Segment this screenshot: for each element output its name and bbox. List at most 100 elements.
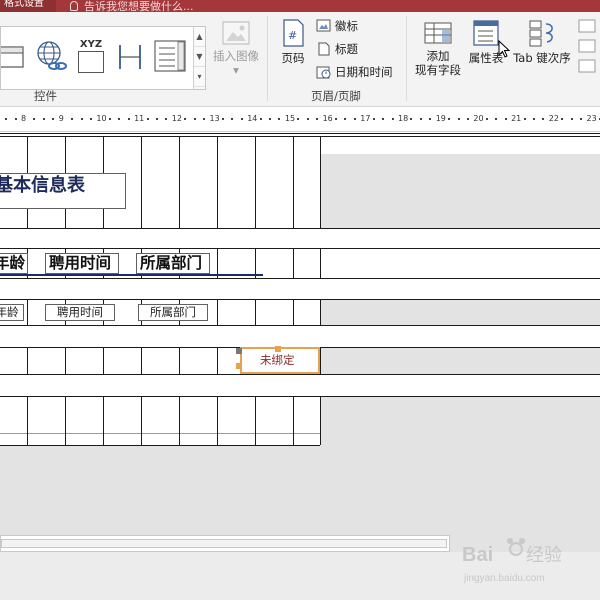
ruler-tick [382, 118, 385, 120]
detail-field-age[interactable]: 年龄 [0, 304, 24, 321]
grid-line [65, 396, 66, 445]
ruler-tick [278, 118, 281, 120]
page-number-button[interactable]: # 页码 [276, 18, 310, 65]
grid-line [293, 396, 294, 445]
gallery-scroll-down[interactable]: ▼ [194, 47, 205, 67]
date-time-icon [316, 66, 331, 79]
ruler-tick [108, 118, 111, 120]
ruler-number: 20 [473, 114, 484, 123]
more-tools-icon[interactable] [578, 18, 600, 78]
ruler-tick [165, 118, 168, 120]
frame-icon[interactable] [1, 33, 27, 79]
horizontal-scrollbar[interactable] [0, 535, 450, 552]
report-design-surface: 基本信息表 年龄 聘用时间 所属部门 年龄 聘用时间 所属部门 未绑定 [0, 133, 600, 553]
header-footer-group-label: 页眉/页脚 [311, 89, 361, 103]
move-handle[interactable] [236, 348, 242, 354]
grid-line [0, 248, 600, 249]
list-box-icon[interactable] [153, 33, 193, 79]
detail-field-hire-date[interactable]: 聘用时间 [45, 304, 115, 321]
insert-image-button[interactable]: 插入图像 ▾ [210, 20, 262, 77]
ruler-number: 9 [58, 114, 64, 123]
tab-format[interactable]: 格式设置 [0, 0, 56, 12]
resize-handle-top[interactable] [275, 346, 281, 352]
ruler-tick [184, 118, 187, 120]
ruler-tick [231, 118, 234, 120]
grid-line [320, 299, 321, 325]
ruler-tick [391, 118, 394, 120]
grid-line [103, 347, 104, 374]
header-label-hire-date[interactable]: 聘用时间 [45, 253, 119, 274]
report-title-text: 基本信息表 [0, 175, 85, 196]
title-bar: 格式设置 告诉我您想要做什么... [0, 0, 600, 13]
grid-line [320, 137, 321, 228]
header-label-department[interactable]: 所属部门 [136, 253, 210, 274]
ruler-tick [335, 118, 338, 120]
page-break-icon[interactable] [115, 33, 145, 79]
ruler-number: 16 [322, 114, 333, 123]
ruler-number: 21 [511, 114, 522, 123]
scrollbar-thumb[interactable] [1, 539, 447, 548]
title-icon [318, 42, 330, 56]
section-divider [0, 133, 600, 137]
grid-line [179, 396, 180, 445]
ruler-tick [561, 118, 564, 120]
gallery-more[interactable]: ▾ [194, 67, 205, 87]
ruler-number: 11 [134, 114, 145, 123]
gallery-scrollbar[interactable]: ▲ ▼ ▾ [193, 27, 205, 89]
grid-line [255, 299, 256, 325]
grid-line [320, 347, 321, 374]
access-report-design-window: 格式设置 告诉我您想要做什么... XYZ ▲ ▼ ▾ 插入图像 ▾ 控件 # … [0, 0, 600, 600]
insert-image-label: 插入图像 [213, 49, 259, 63]
grid-line [293, 248, 294, 278]
add-existing-fields-button[interactable]: 添加 现有字段 [412, 20, 464, 77]
controls-gallery[interactable]: XYZ ▲ ▼ ▾ [0, 26, 206, 90]
title-button[interactable]: 标题 [316, 40, 358, 58]
grid-line [0, 299, 600, 300]
ruler-tick [80, 118, 83, 120]
ruler-tick [353, 118, 356, 120]
detail-empty [320, 299, 600, 325]
baidu-jingyan-watermark: Bai 经验 jingyan.baidu.com [462, 538, 562, 584]
ruler-tick [146, 118, 149, 120]
ruler-tick [269, 118, 272, 120]
ruler-number: 13 [209, 114, 220, 123]
detail-field-department[interactable]: 所属部门 [138, 304, 208, 321]
svg-text:jingyan.baidu.com: jingyan.baidu.com [463, 573, 545, 584]
report-title-label[interactable]: 基本信息表 [0, 173, 126, 209]
section-bar-page-header [0, 228, 600, 248]
date-time-button[interactable]: 日期和时间 [316, 63, 393, 81]
ruler-number: 23 [586, 114, 597, 123]
ribbon-separator [267, 16, 268, 101]
tab-order-label: Tab 键次序 [513, 51, 571, 65]
ruler-tick [580, 118, 583, 120]
ruler-tick [127, 118, 130, 120]
lightbulb-icon [70, 1, 78, 11]
grid-line [217, 299, 218, 325]
label-control-icon[interactable]: XYZ [75, 33, 107, 79]
grid-line [179, 137, 180, 228]
grid-line [179, 347, 180, 374]
header-label-age[interactable]: 年龄 [0, 253, 28, 274]
property-sheet-icon [473, 20, 499, 46]
resize-handle-left[interactable] [236, 363, 242, 369]
ruler-tick [372, 118, 375, 120]
grid-line [141, 137, 142, 228]
ruler-number: 14 [247, 114, 258, 123]
header-underline [0, 274, 263, 276]
controls-group-label: 控件 [34, 89, 57, 103]
ruler-number: 17 [360, 114, 371, 123]
ruler-tick [71, 118, 74, 120]
hyperlink-icon[interactable] [34, 33, 68, 79]
gallery-scroll-up[interactable]: ▲ [194, 27, 205, 47]
ruler-tick [316, 118, 319, 120]
tab-order-button[interactable]: Tab 键次序 [510, 18, 574, 65]
image-icon [222, 21, 250, 45]
ruler-tick [532, 118, 535, 120]
logo-button[interactable]: 徽标 [316, 17, 358, 35]
ruler-tick [457, 118, 460, 120]
ruler-number: 8 [21, 114, 27, 123]
ruler-tick [297, 118, 300, 120]
ruler-tick [410, 118, 413, 120]
page-number-label: 页码 [281, 51, 305, 65]
grid-line [217, 396, 218, 445]
